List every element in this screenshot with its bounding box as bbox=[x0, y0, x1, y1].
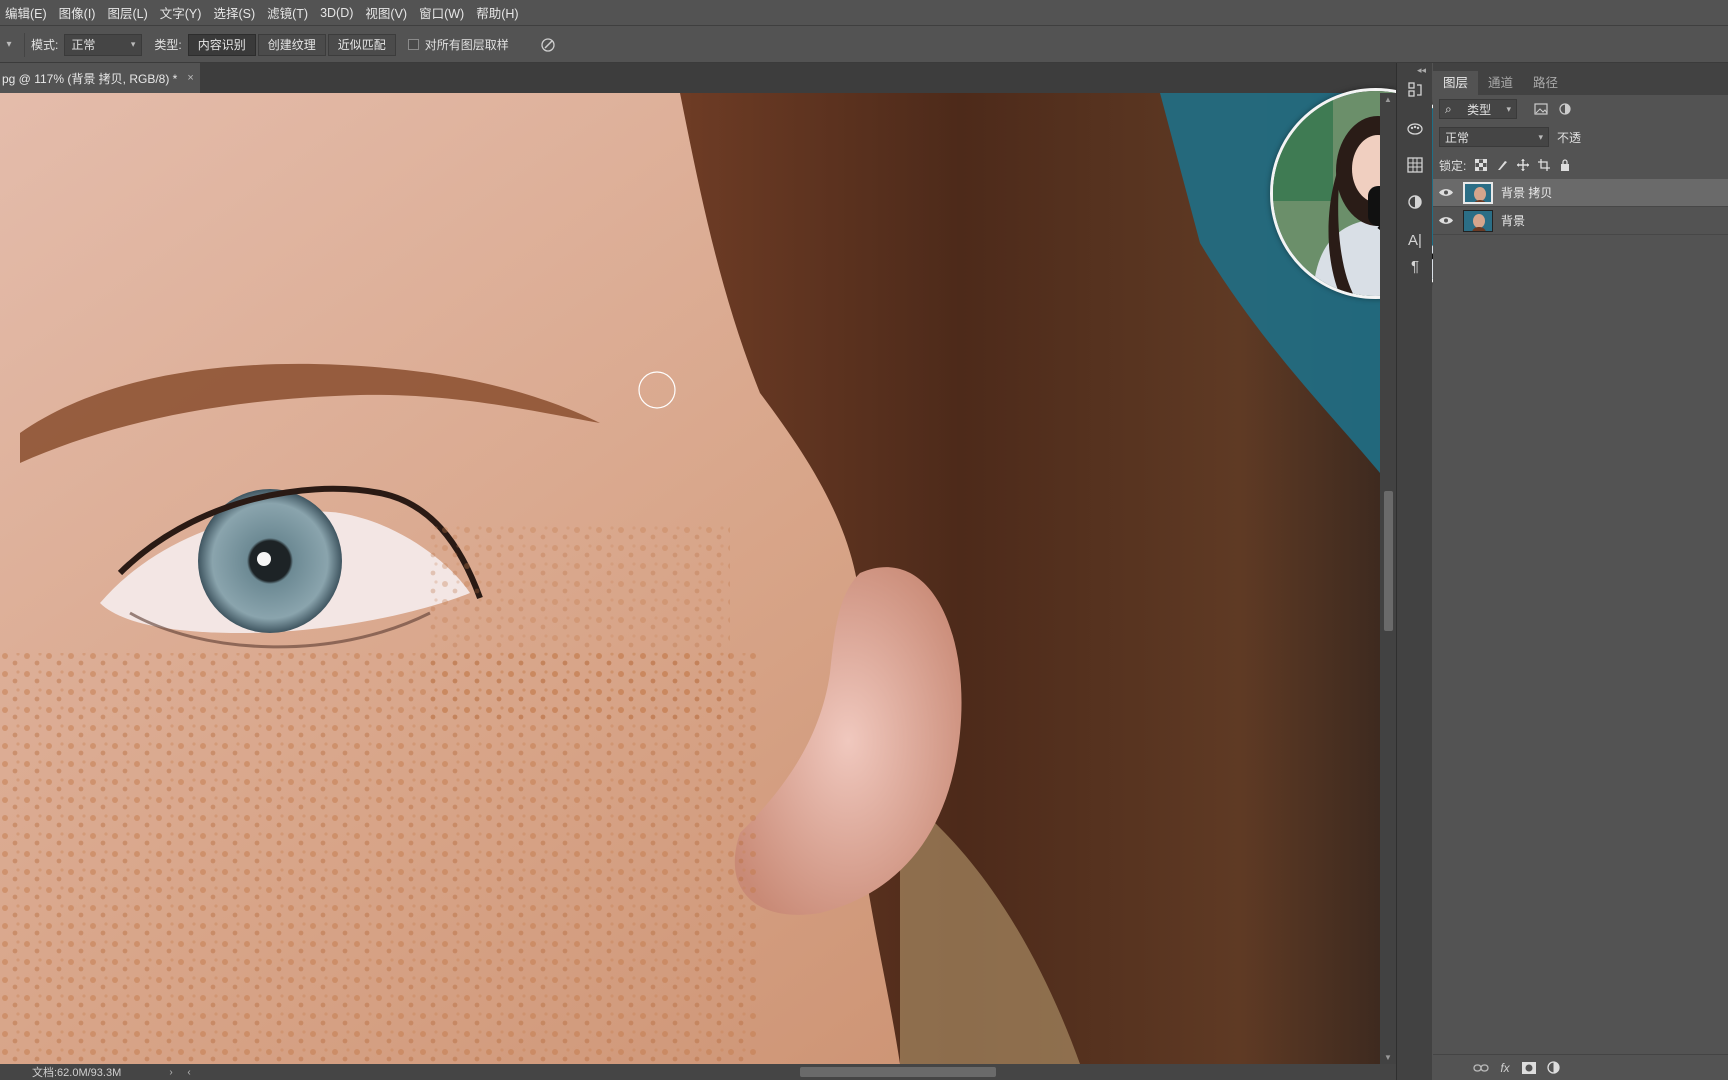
horizontal-scrollbar[interactable] bbox=[184, 1067, 1380, 1077]
menu-edit[interactable]: 编辑(E) bbox=[0, 3, 54, 22]
proximity-match-button[interactable]: 近似匹配 bbox=[327, 33, 396, 56]
type-label: 类型: bbox=[154, 38, 182, 52]
panel-header-strip bbox=[1433, 63, 1728, 71]
document-size: 文档:62.0M/93.3M bbox=[32, 1067, 122, 1079]
blend-row: 正常 ▾ 不透 bbox=[1433, 123, 1728, 151]
document-tab-bar: pg @ 117% (背景 拷贝, RGB/8) * × bbox=[0, 63, 1396, 93]
adjustments-icon[interactable] bbox=[1401, 189, 1429, 215]
options-bar: ▾ 模式: 正常 ▾ 类型: 内容识别 创建纹理 近似匹配 对所有图层取样 bbox=[0, 27, 1728, 63]
close-icon[interactable]: × bbox=[187, 72, 193, 84]
layer-row[interactable]: 背景 拷贝 bbox=[1433, 179, 1728, 207]
chevron-down-icon[interactable]: ▾ bbox=[0, 39, 18, 50]
mode-select[interactable]: 正常 ▾ bbox=[64, 33, 143, 56]
adjustment-icon[interactable] bbox=[1541, 1058, 1565, 1078]
menu-window[interactable]: 窗口(W) bbox=[414, 3, 471, 22]
layer-row[interactable]: 背景 bbox=[1433, 207, 1728, 235]
opacity-label: 不透 bbox=[1557, 130, 1582, 145]
scroll-down-icon[interactable]: ▼ bbox=[1380, 1053, 1396, 1062]
separator bbox=[24, 32, 25, 57]
tab-channels[interactable]: 通道 bbox=[1478, 71, 1523, 95]
tab-layers[interactable]: 图层 bbox=[1433, 71, 1479, 95]
vertical-scrollbar[interactable]: ▲ ▼ bbox=[1380, 93, 1396, 1064]
adjustment-filter-icon[interactable] bbox=[1557, 101, 1573, 117]
panel-tabs: 图层 通道 路径 bbox=[1433, 71, 1728, 95]
eye-icon[interactable] bbox=[1433, 216, 1459, 225]
mode-label: 模式: bbox=[31, 38, 59, 52]
eye-icon[interactable] bbox=[1433, 188, 1459, 197]
pressure-brush-icon[interactable] bbox=[539, 36, 557, 54]
blend-mode-select[interactable]: 正常 ▾ bbox=[1439, 127, 1549, 147]
blend-mode-value: 正常 bbox=[1445, 130, 1470, 145]
sample-all-layers-checkbox[interactable] bbox=[407, 39, 419, 50]
menu-filter[interactable]: 滤镜(T) bbox=[262, 3, 315, 22]
layers-panel-footer: fx bbox=[1433, 1054, 1728, 1080]
lock-row: 锁定: bbox=[1433, 151, 1728, 179]
menu-select[interactable]: 选择(S) bbox=[208, 3, 262, 22]
horizontal-scroll-thumb[interactable] bbox=[800, 1067, 996, 1077]
history-icon[interactable] bbox=[1401, 77, 1429, 103]
lock-pixels-brush-icon[interactable] bbox=[1493, 156, 1511, 174]
search-icon: ⌕ bbox=[1445, 101, 1452, 116]
side-toolbar: ◂◂ A| ¶ bbox=[1396, 63, 1432, 1080]
layer-name: 背景 bbox=[1501, 214, 1526, 228]
menu-help[interactable]: 帮助(H) bbox=[471, 3, 525, 22]
lock-position-move-icon[interactable] bbox=[1514, 156, 1532, 174]
status-menu-arrow-icon[interactable]: › bbox=[162, 1067, 180, 1078]
layer-thumbnail bbox=[1463, 209, 1493, 232]
layer-filter-select[interactable]: ⌕ 类型 ▾ bbox=[1439, 99, 1517, 119]
layer-filter-row: ⌕ 类型 ▾ bbox=[1433, 95, 1728, 123]
layer-name: 背景 拷贝 bbox=[1501, 186, 1553, 200]
mode-value: 正常 bbox=[71, 38, 96, 52]
layer-filter-value: 类型 bbox=[1467, 102, 1492, 117]
create-texture-button[interactable]: 创建纹理 bbox=[257, 33, 326, 56]
chevron-down-icon: ▾ bbox=[1506, 103, 1511, 114]
palette-icon[interactable] bbox=[1401, 115, 1429, 141]
document-tab[interactable]: pg @ 117% (背景 拷贝, RGB/8) * × bbox=[0, 63, 200, 93]
mask-icon[interactable] bbox=[1517, 1058, 1541, 1078]
lock-all-icon[interactable] bbox=[1556, 156, 1574, 174]
status-bar: 文档:62.0M/93.3M › ‹ bbox=[0, 1064, 1396, 1080]
photo-image bbox=[0, 93, 1380, 1064]
lock-transparency-icon[interactable] bbox=[1472, 156, 1490, 174]
fx-icon[interactable]: fx bbox=[1493, 1058, 1517, 1078]
link-icon[interactable] bbox=[1469, 1058, 1493, 1078]
menu-image[interactable]: 图像(I) bbox=[54, 3, 103, 22]
menu-3d[interactable]: 3D(D) bbox=[315, 6, 360, 20]
menu-type[interactable]: 文字(Y) bbox=[155, 3, 209, 22]
menu-view[interactable]: 视图(V) bbox=[360, 3, 414, 22]
character-icon[interactable]: A| bbox=[1401, 227, 1429, 253]
chevron-down-icon: ▾ bbox=[1538, 131, 1543, 142]
lock-label: 锁定: bbox=[1439, 158, 1467, 173]
content-aware-button[interactable]: 内容识别 bbox=[187, 33, 256, 56]
menu-bar: 编辑(E) 图像(I) 图层(L) 文字(Y) 选择(S) 滤镜(T) 3D(D… bbox=[0, 0, 1728, 26]
lock-artboard-crop-icon[interactable] bbox=[1535, 156, 1553, 174]
grid-icon[interactable] bbox=[1401, 152, 1429, 178]
tab-paths[interactable]: 路径 bbox=[1523, 71, 1568, 95]
collapse-panels-icon[interactable]: ◂◂ bbox=[1417, 65, 1426, 76]
paragraph-icon[interactable]: ¶ bbox=[1401, 253, 1429, 279]
image-filter-icon[interactable] bbox=[1533, 101, 1549, 117]
canvas[interactable] bbox=[0, 93, 1380, 1064]
menu-layer[interactable]: 图层(L) bbox=[102, 3, 154, 22]
vertical-scroll-thumb[interactable] bbox=[1384, 491, 1393, 631]
chevron-down-icon: ▾ bbox=[130, 39, 136, 49]
document-tab-title: pg @ 117% (背景 拷贝, RGB/8) * bbox=[2, 71, 178, 86]
scroll-up-icon[interactable]: ▲ bbox=[1380, 95, 1396, 104]
sample-all-layers-label: 对所有图层取样 bbox=[424, 38, 509, 52]
layers-panel: 图层 通道 路径 ⌕ 类型 ▾ 正常 ▾ 不透 锁定: 背景 拷贝 背景 fx bbox=[1433, 63, 1728, 1080]
layer-thumbnail bbox=[1463, 181, 1493, 204]
